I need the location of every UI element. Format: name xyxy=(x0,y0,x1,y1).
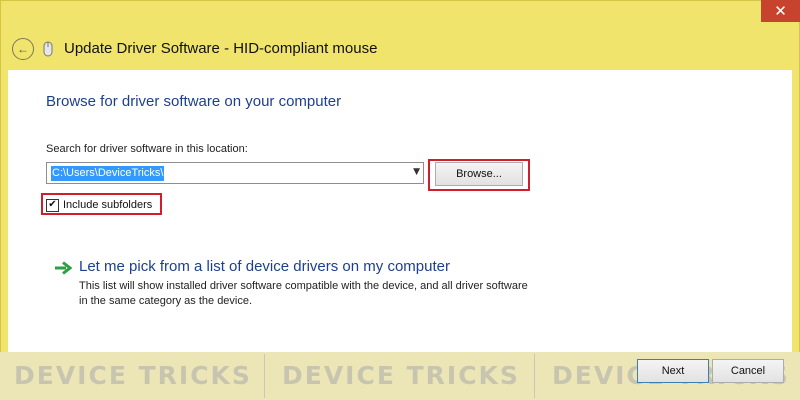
browse-highlight-box xyxy=(428,159,530,191)
window-title: Update Driver Software - HID-compliant m… xyxy=(64,40,378,57)
search-location-label: Search for driver software in this locat… xyxy=(46,143,248,155)
title-bar: ← Update Driver Software - HID-compliant… xyxy=(0,30,800,68)
back-arrow-icon: ← xyxy=(17,42,29,56)
mouse-icon xyxy=(43,41,53,57)
watermark-text: DEVICE TRICKS xyxy=(14,361,252,390)
green-arrow-icon[interactable] xyxy=(54,261,72,275)
page-heading: Browse for driver software on your compu… xyxy=(46,93,342,110)
close-icon: ✕ xyxy=(774,2,787,20)
pick-from-list-link[interactable]: Let me pick from a list of device driver… xyxy=(79,258,450,275)
path-combobox[interactable]: C:\Users\DeviceTricks\ ▼ xyxy=(46,162,424,184)
close-button[interactable]: ✕ xyxy=(761,0,800,22)
watermark-separator xyxy=(264,354,265,398)
path-input-value[interactable]: C:\Users\DeviceTricks\ xyxy=(51,166,165,181)
watermark-separator xyxy=(534,354,535,398)
chevron-down-icon[interactable]: ▼ xyxy=(413,167,420,177)
subfolders-highlight-box xyxy=(41,193,162,215)
next-button[interactable]: Next xyxy=(637,359,709,383)
pick-from-list-description: This list will show installed driver sof… xyxy=(79,280,528,307)
back-button[interactable]: ← xyxy=(12,38,34,60)
watermark-text: DEVICE TRICKS xyxy=(282,361,520,390)
cancel-button[interactable]: Cancel xyxy=(712,359,784,383)
